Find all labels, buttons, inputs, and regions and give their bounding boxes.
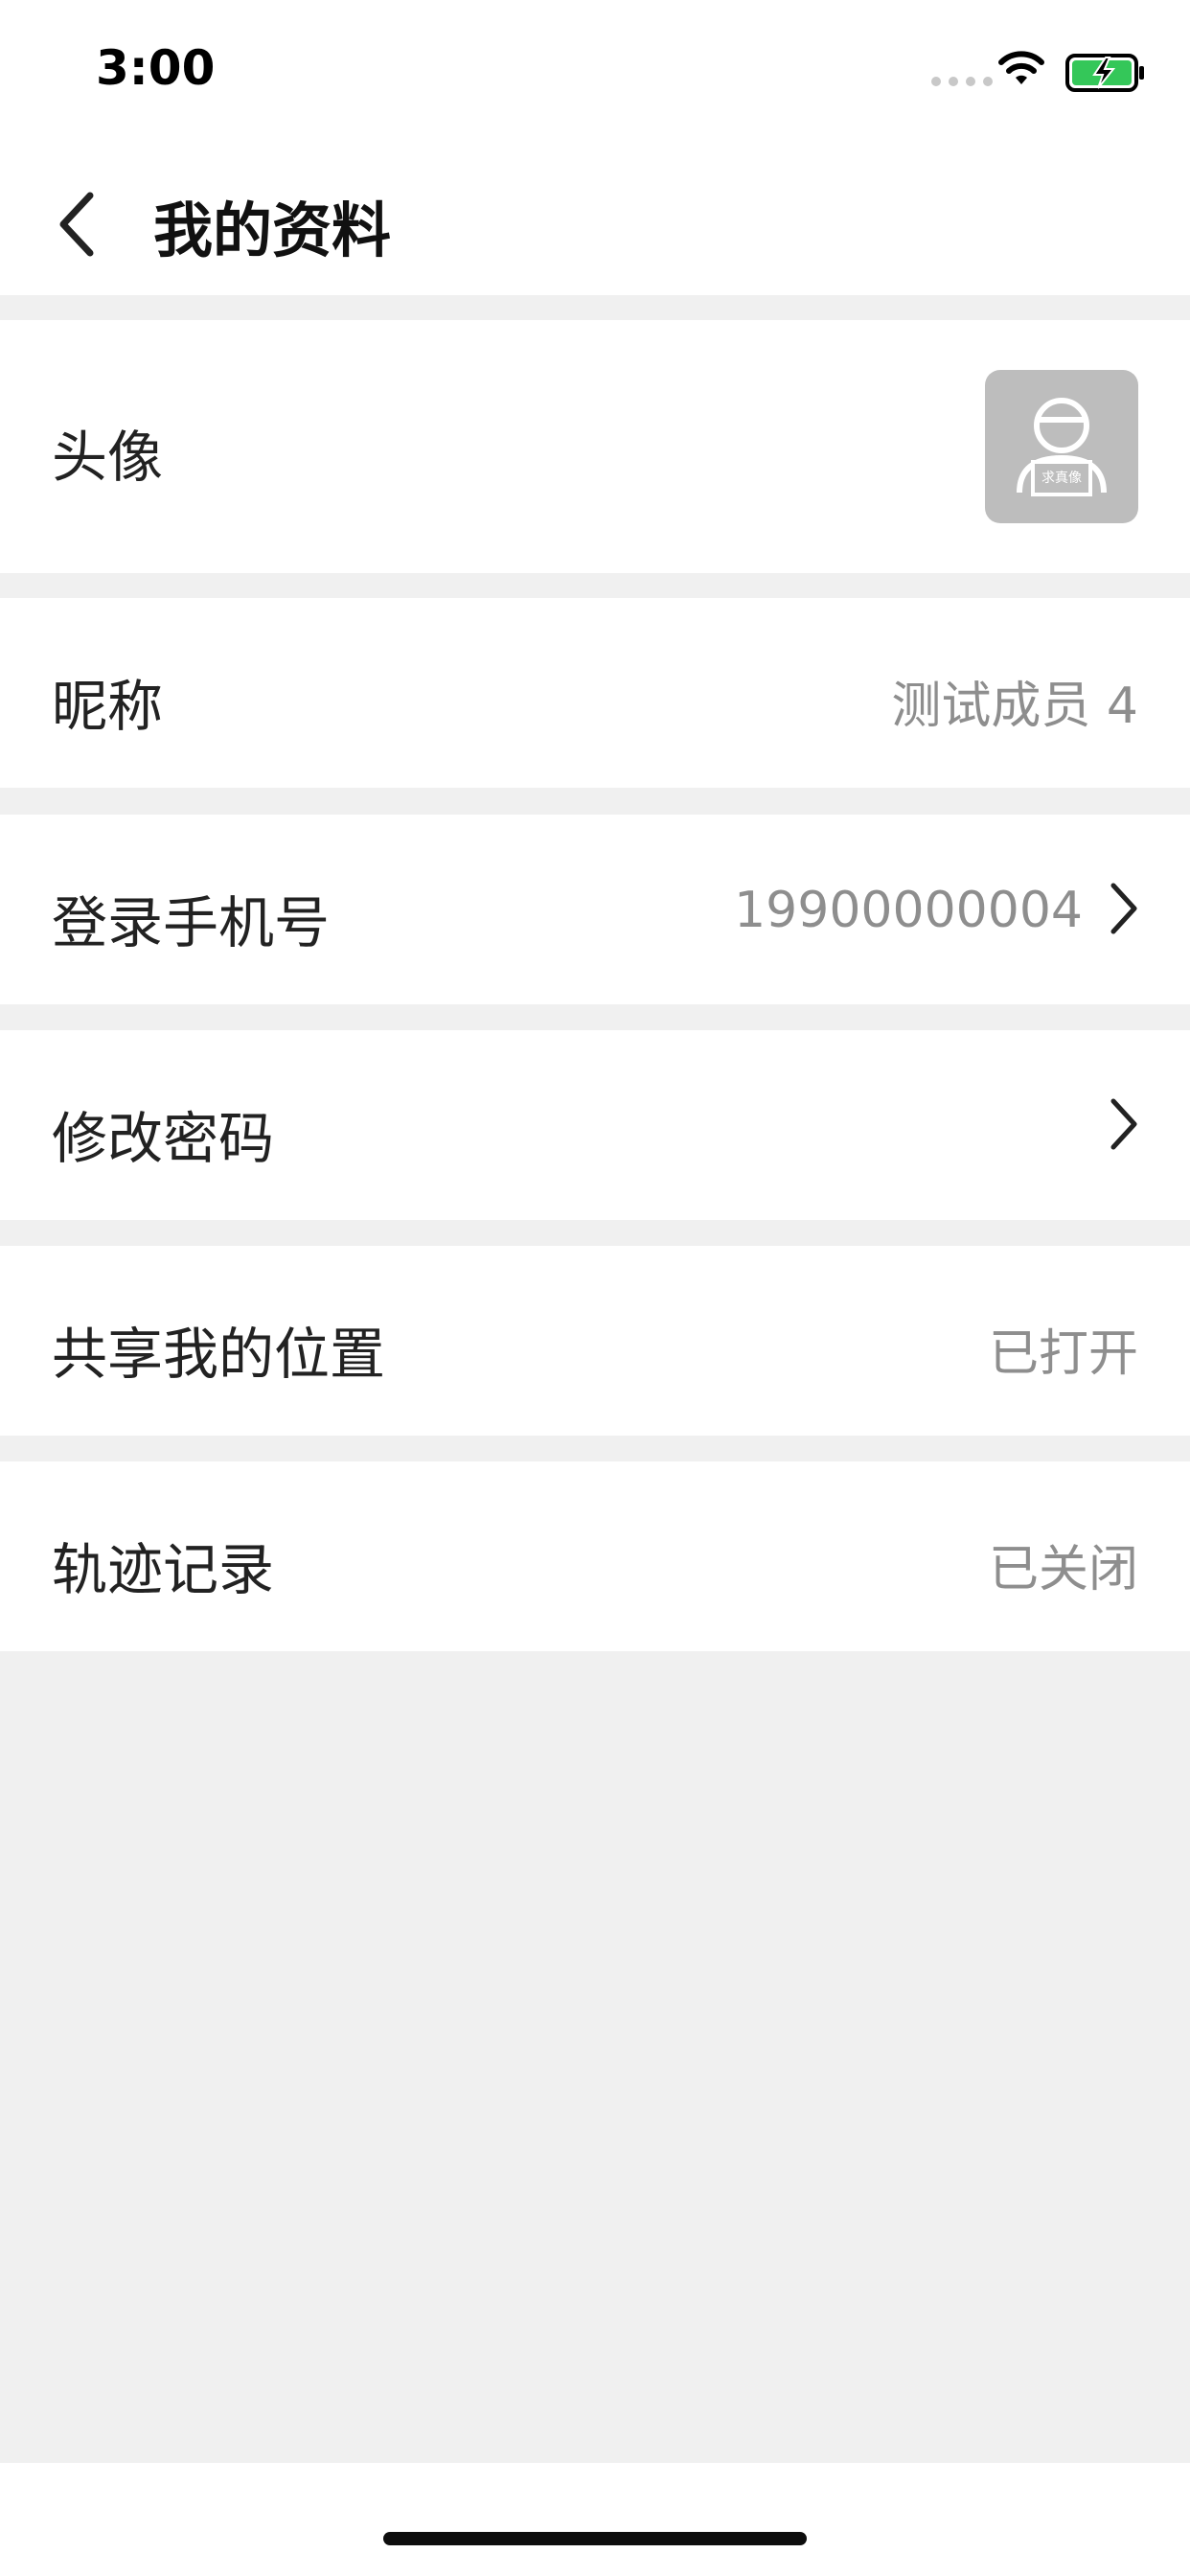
row-label-change-password: 修改密码 bbox=[52, 1106, 275, 1171]
bottom-safe-area bbox=[0, 2463, 1190, 2576]
user-placeholder-icon bbox=[1017, 398, 1107, 496]
row-label-login-phone: 登录手机号 bbox=[52, 890, 331, 955]
row-nickname[interactable]: 昵称 测试成员 4 bbox=[0, 598, 1190, 788]
row-share-location[interactable]: 共享我的位置 已打开 bbox=[0, 1246, 1190, 1436]
status-time: 3:00 bbox=[96, 40, 216, 96]
status-bar: 3:00 bbox=[0, 0, 1190, 148]
row-track-record[interactable]: 轨迹记录 已关闭 bbox=[0, 1461, 1190, 1651]
home-indicator[interactable] bbox=[383, 2532, 807, 2545]
chevron-left-icon[interactable] bbox=[50, 186, 107, 263]
row-label-nickname: 昵称 bbox=[52, 674, 164, 739]
row-label-track-record: 轨迹记录 bbox=[52, 1537, 275, 1602]
row-value-track-record: 已关闭 bbox=[988, 1541, 1138, 1598]
row-login-phone[interactable]: 登录手机号 19900000004 bbox=[0, 815, 1190, 1004]
row-value-nickname: 测试成员 4 bbox=[891, 678, 1138, 735]
row-label-avatar: 头像 bbox=[52, 425, 164, 490]
avatar[interactable]: 求真像 bbox=[985, 370, 1138, 523]
wifi-icon bbox=[998, 51, 1044, 84]
battery-charging-icon bbox=[1065, 54, 1144, 92]
row-change-password[interactable]: 修改密码 bbox=[0, 1030, 1190, 1220]
avatar-caption: 求真像 bbox=[1041, 471, 1082, 486]
nav-bar: 我的资料 bbox=[0, 148, 1190, 295]
chevron-right-icon bbox=[1110, 883, 1137, 934]
row-avatar[interactable]: 头像 求真像 bbox=[0, 320, 1190, 573]
row-label-share-location: 共享我的位置 bbox=[52, 1322, 386, 1387]
signal-dots-icon bbox=[931, 77, 993, 86]
chevron-right-icon bbox=[1110, 1098, 1137, 1150]
row-value-share-location: 已打开 bbox=[988, 1325, 1138, 1383]
page-title: 我的资料 bbox=[153, 196, 392, 265]
row-value-login-phone: 19900000004 bbox=[734, 882, 1083, 939]
